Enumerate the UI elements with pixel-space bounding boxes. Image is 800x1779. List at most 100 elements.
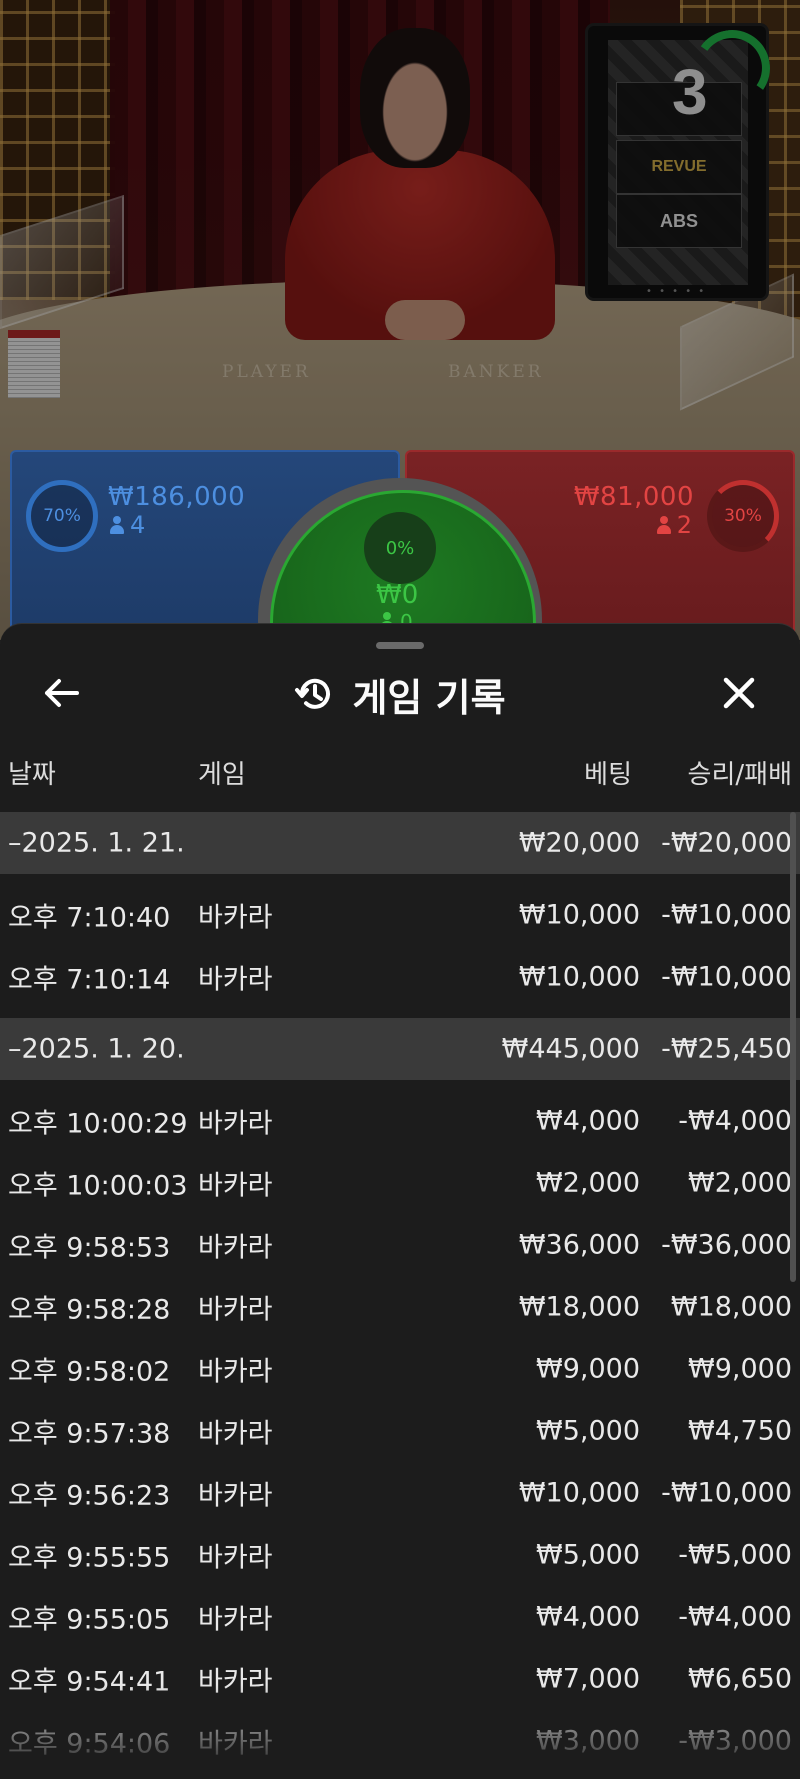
row-game: 바카라	[198, 902, 273, 934]
banker-count-value: 2	[676, 511, 692, 539]
row-game: 바카라	[198, 964, 273, 996]
row-bet: ₩5,000	[536, 1415, 640, 1447]
history-row: 오후 10:00:29 바카라 ₩4,000 -₩4,000	[0, 1090, 800, 1152]
row-bet: ₩2,000	[536, 1167, 640, 1199]
row-date: 오후 9:55:55	[8, 1542, 171, 1574]
row-result: ₩4,750	[688, 1415, 792, 1447]
row-game: 바카라	[198, 1170, 273, 1202]
banker-percent-ring: 30%	[707, 480, 779, 552]
row-date: 오후 9:58:53	[8, 1232, 171, 1264]
row-result: ₩2,000	[688, 1167, 792, 1199]
history-row: 오후 9:58:02 바카라 ₩9,000 ₩9,000	[0, 1338, 800, 1400]
column-header-game: 게임	[198, 760, 246, 790]
row-bet: ₩18,000	[518, 1291, 640, 1323]
row-bet: ₩20,000	[518, 827, 640, 859]
date-group-row[interactable]: –2025. 1. 21. ₩20,000 -₩20,000	[0, 812, 800, 874]
row-game: 바카라	[198, 1356, 273, 1388]
row-result: -₩25,450	[661, 1033, 792, 1065]
row-game: 바카라	[198, 1232, 273, 1264]
player-percent-ring: 70%	[26, 480, 98, 552]
row-result: -₩3,000	[678, 1725, 792, 1757]
row-game: 바카라	[198, 1604, 273, 1636]
history-row: 오후 9:55:55 바카라 ₩5,000 -₩5,000	[0, 1524, 800, 1586]
row-result: -₩20,000	[661, 827, 792, 859]
row-result: -₩10,000	[661, 1477, 792, 1509]
row-game: 바카라	[198, 1542, 273, 1574]
row-result: -₩4,000	[678, 1601, 792, 1633]
column-header-bet: 베팅	[584, 760, 632, 790]
close-icon	[723, 677, 755, 709]
player-bettor-count: 4	[110, 511, 145, 539]
row-bet: ₩3,000	[536, 1725, 640, 1757]
game-history-sheet: 게임 기록 날짜 게임 베팅 승리/패배 –2025. 1. 21. ₩20,00…	[0, 623, 800, 1779]
sheet-header: 게임 기록	[0, 666, 800, 722]
banker-bet-amount: ₩81,000	[573, 482, 694, 512]
history-row: 오후 9:58:53 바카라 ₩36,000 -₩36,000	[0, 1214, 800, 1276]
row-bet: ₩4,000	[536, 1105, 640, 1137]
date-group-row[interactable]: –2025. 1. 20. ₩445,000 -₩25,450	[0, 1018, 800, 1080]
row-game: 바카라	[198, 1666, 273, 1698]
row-date: –2025. 1. 21.	[8, 827, 185, 859]
row-date: 오후 9:55:05	[8, 1604, 171, 1636]
row-date: 오후 10:00:29	[8, 1108, 188, 1140]
sheet-title: 게임 기록	[352, 675, 506, 720]
history-row: 오후 9:57:38 바카라 ₩5,000 ₩4,750	[0, 1400, 800, 1462]
history-row: 오후 10:00:03 바카라 ₩2,000 ₩2,000	[0, 1152, 800, 1214]
row-date: –2025. 1. 20.	[8, 1033, 185, 1065]
history-row: 오후 9:56:23 바카라 ₩10,000 -₩10,000	[0, 1462, 800, 1524]
history-row: 오후 9:54:41 바카라 ₩7,000 ₩6,650	[0, 1648, 800, 1710]
row-date: 오후 7:10:40	[8, 902, 171, 934]
column-header-date: 날짜	[8, 760, 56, 790]
row-bet: ₩5,000	[536, 1539, 640, 1571]
player-count-value: 4	[130, 511, 146, 539]
banker-bettor-count: 2	[656, 511, 692, 539]
row-date: 오후 9:58:28	[8, 1294, 171, 1326]
row-date: 오후 9:57:38	[8, 1418, 171, 1450]
row-result: -₩10,000	[661, 961, 792, 993]
row-result: ₩18,000	[670, 1291, 792, 1323]
banker-percent: 30%	[724, 506, 762, 526]
history-row: 오후 9:54:06 바카라 ₩3,000 -₩3,000	[0, 1710, 800, 1772]
history-icon	[295, 678, 331, 709]
row-bet: ₩10,000	[518, 1477, 640, 1509]
tie-bet-amount: ₩0	[376, 580, 419, 610]
row-game: 바카라	[198, 1418, 273, 1450]
row-result: -₩36,000	[661, 1229, 792, 1261]
history-row: 오후 7:10:40 바카라 ₩10,000 -₩10,000	[0, 884, 800, 946]
history-scrollbar[interactable]	[790, 812, 796, 1282]
row-result: ₩6,650	[688, 1663, 792, 1695]
row-date: 오후 10:00:03	[8, 1170, 188, 1202]
row-date: 오후 9:58:02	[8, 1356, 171, 1388]
row-date: 오후 9:56:23	[8, 1480, 171, 1512]
history-row: 오후 9:55:05 바카라 ₩4,000 -₩4,000	[0, 1586, 800, 1648]
row-bet: ₩4,000	[536, 1601, 640, 1633]
row-bet: ₩9,000	[536, 1353, 640, 1385]
row-game: 바카라	[198, 1108, 273, 1140]
row-bet: ₩10,000	[518, 961, 640, 993]
row-game: 바카라	[198, 1294, 273, 1326]
close-button[interactable]	[716, 670, 762, 716]
row-bet: ₩10,000	[518, 899, 640, 931]
row-result: -₩4,000	[678, 1105, 792, 1137]
column-header-result: 승리/패배	[687, 760, 792, 790]
row-bet: ₩36,000	[518, 1229, 640, 1261]
history-list: –2025. 1. 21. ₩20,000 -₩20,000 오후 7:10:40 바카…	[0, 812, 800, 1772]
tie-percent: 0%	[364, 512, 436, 584]
person-icon	[110, 516, 124, 534]
player-bet-amount: ₩186,000	[108, 482, 246, 512]
row-date: 오후 9:54:06	[8, 1728, 171, 1760]
history-row: 오후 9:58:28 바카라 ₩18,000 ₩18,000	[0, 1276, 800, 1338]
row-game: 바카라	[198, 1480, 273, 1512]
row-date: 오후 9:54:41	[8, 1666, 171, 1698]
person-icon	[656, 516, 671, 534]
sheet-drag-handle[interactable]	[376, 642, 424, 649]
row-game: 바카라	[198, 1728, 273, 1760]
row-result: ₩9,000	[688, 1353, 792, 1385]
row-bet: ₩7,000	[536, 1663, 640, 1695]
row-bet: ₩445,000	[501, 1033, 640, 1065]
history-row: 오후 7:10:14 바카라 ₩10,000 -₩10,000	[0, 946, 800, 1008]
row-date: 오후 7:10:14	[8, 964, 171, 996]
